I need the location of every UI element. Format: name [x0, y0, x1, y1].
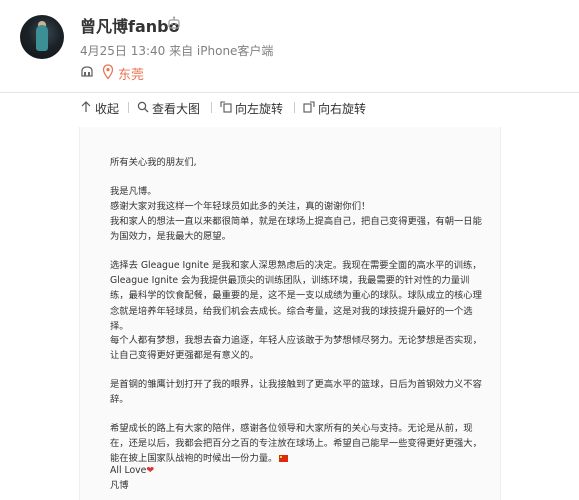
letter-line: 我是凡博。	[110, 186, 157, 197]
letter-line: 我和家人的想法一直以来都很简单，就是在球场上提高自己，把自己变得更强，有朝一日能…	[110, 216, 482, 243]
letter-signoff: All Love❤	[110, 463, 482, 478]
collapse-label: 收起	[95, 102, 120, 116]
heart-icon: ❤	[146, 465, 155, 476]
magnifier-icon	[137, 101, 149, 113]
letter-paragraph: 每个人都有梦想，我想去奋力追逐，年轻人应该敢于为梦想倾尽努力。无论梦想是否实现，…	[110, 335, 482, 362]
location-text[interactable]: 东莞	[118, 64, 144, 83]
signoff-text: All Love	[110, 465, 147, 476]
user-name[interactable]: 曾凡博fanbo	[80, 13, 180, 37]
avatar-figure-body	[36, 25, 48, 51]
arrow-up-icon	[81, 101, 91, 112]
letter-signature: 凡博	[110, 480, 129, 491]
post-header: 曾凡博fanbo 4月25日 13:40 来自 iPhone客户端 东莞	[0, 0, 579, 92]
letter-paragraph: 选择去 Gleague Ignite 是我和家人深思熟虑后的决定。我现在需要全面…	[110, 260, 482, 332]
location-pin-icon	[102, 64, 114, 80]
picture-icon	[81, 66, 93, 77]
rotate-right-icon	[303, 101, 315, 113]
view-large-label: 查看大图	[152, 102, 201, 116]
robot-icon	[168, 16, 180, 29]
toolbar-separator	[128, 102, 129, 113]
letter-paragraph-text: 希望成长的路上有大家的陪伴，感谢各位领导和大家所有的关心与支持。无论是从前，现在…	[110, 423, 482, 465]
letter-paragraph: 希望成长的路上有大家的陪伴，感谢各位领导和大家所有的关心与支持。无论是从前，现在…	[110, 421, 482, 467]
toolbar-separator	[294, 102, 295, 113]
letter-image[interactable]: 所有关心我的朋友们, 我是凡博。 感谢大家对我这样一个年轻球员如此多的关注，真的…	[79, 127, 501, 500]
china-flag-icon	[279, 455, 289, 463]
rotate-left-icon	[220, 101, 232, 113]
image-toolbar: 收起 查看大图 向左旋转 向右旋转	[0, 93, 579, 121]
letter-paragraph: 是首钢的雏鹰计划打开了我的眼界，让我接触到了更高水平的篮球，日后为首钢效力义不容…	[110, 379, 482, 406]
post-meta: 4月25日 13:40 来自 iPhone客户端	[80, 44, 274, 58]
letter-greeting: 所有关心我的朋友们,	[110, 157, 197, 168]
avatar[interactable]	[20, 15, 64, 59]
rotate-right-label: 向右旋转	[318, 102, 367, 116]
rotate-left-label: 向左旋转	[235, 102, 284, 116]
toolbar-separator	[211, 102, 212, 113]
letter-line: 感谢大家对我这样一个年轻球员如此多的关注，真的谢谢你们！	[110, 201, 371, 212]
